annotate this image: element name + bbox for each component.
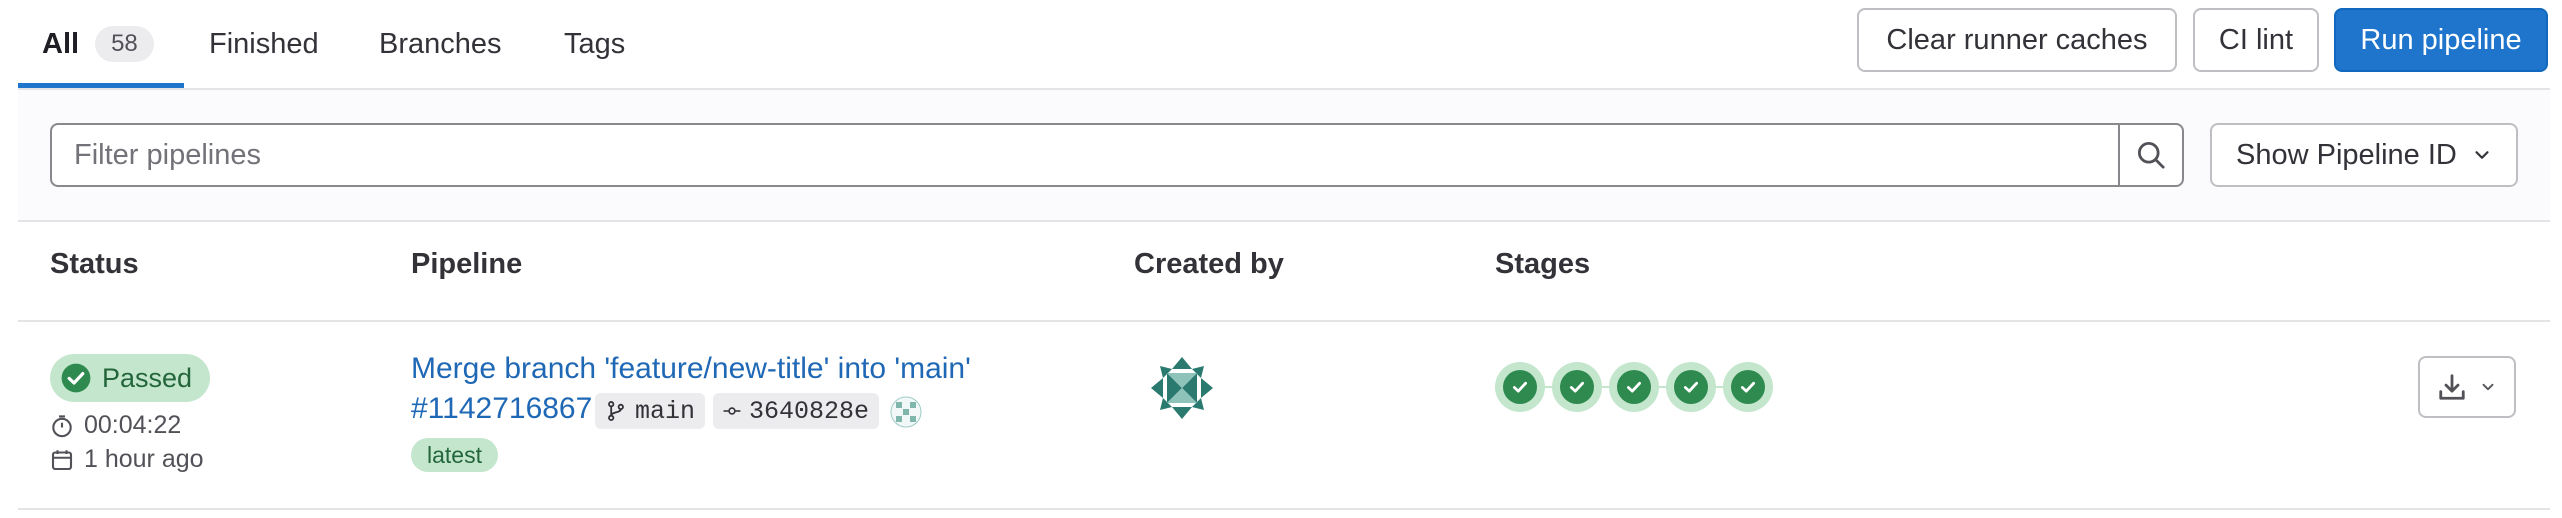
clear-runner-caches-button[interactable]: Clear runner caches (1857, 8, 2177, 72)
run-pipeline-button[interactable]: Run pipeline (2334, 8, 2548, 72)
column-header-status: Status (50, 248, 139, 280)
status-badge[interactable]: Passed (50, 354, 211, 402)
ci-lint-button[interactable]: CI lint (2193, 8, 2319, 72)
chevron-down-icon (2475, 151, 2489, 159)
check-icon (1503, 370, 1537, 404)
check-icon (1560, 370, 1594, 404)
stage-connector (1716, 386, 1723, 388)
commit-author-avatar-icon[interactable] (890, 396, 922, 428)
latest-badge: latest (411, 438, 498, 472)
chevron-down-icon (2482, 383, 2494, 391)
stage-connector (1545, 386, 1552, 388)
tab-all-count-badge: 58 (95, 26, 154, 62)
download-icon (2439, 374, 2465, 400)
clear-runner-caches-label: Clear runner caches (1886, 23, 2148, 56)
search-button[interactable] (2118, 123, 2184, 187)
calendar-icon (51, 449, 73, 470)
stage-status-passed[interactable] (1723, 362, 1773, 412)
ci-lint-label: CI lint (2218, 23, 2294, 56)
branch-icon (608, 401, 624, 421)
duration: 00:04:22 (50, 411, 181, 440)
commit-title-link[interactable]: Merge branch 'feature/new-title' into 'm… (411, 352, 971, 386)
column-header-stages: Stages (1495, 248, 1591, 280)
tab-tags-label: Tags (564, 27, 626, 60)
stage-connector (1602, 386, 1609, 388)
duration-value: 00:04:22 (84, 411, 182, 439)
ref-name: main (634, 396, 695, 426)
commit-icon (723, 407, 741, 415)
ref-chip[interactable]: main (595, 393, 705, 429)
download-artifacts-dropdown[interactable] (2418, 356, 2516, 418)
stage-status-passed[interactable] (1609, 362, 1659, 412)
tab-finished-label: Finished (209, 27, 319, 60)
show-pipeline-id-label: Show Pipeline ID (2236, 138, 2457, 171)
stage-status-passed[interactable] (1666, 362, 1716, 412)
search-icon (2137, 141, 2165, 169)
tab-tags[interactable]: Tags (564, 0, 625, 88)
row-divider (18, 508, 2550, 510)
check-icon (1731, 370, 1765, 404)
tab-branches-label: Branches (379, 27, 502, 60)
tab-finished[interactable]: Finished (209, 0, 319, 88)
tab-all-label: All (42, 27, 80, 60)
timer-icon (52, 414, 72, 437)
pipeline-id-link[interactable]: #1142716867 (411, 392, 592, 426)
check-icon (1674, 370, 1708, 404)
run-pipeline-label: Run pipeline (2360, 23, 2522, 56)
finished-time: 1 hour ago (50, 445, 204, 474)
column-header-pipeline: Pipeline (411, 248, 523, 280)
status-label: Passed (102, 362, 193, 393)
tab-all[interactable]: All 58 (42, 0, 154, 88)
header-divider (18, 320, 2550, 322)
check-circle-icon (61, 363, 91, 393)
show-pipeline-id-dropdown[interactable]: Show Pipeline ID (2210, 123, 2518, 187)
stage-status-passed[interactable] (1495, 362, 1545, 412)
commit-sha-chip[interactable]: 3640828e (713, 393, 879, 429)
stage-status-passed[interactable] (1552, 362, 1602, 412)
tab-branches[interactable]: Branches (379, 0, 502, 88)
finished-time-value: 1 hour ago (84, 445, 204, 473)
identicon-avatar[interactable] (1149, 355, 1215, 421)
commit-sha: 3640828e (748, 396, 869, 426)
column-header-created-by: Created by (1134, 248, 1284, 280)
filter-pipelines-input[interactable] (50, 123, 2118, 187)
stage-connector (1659, 386, 1666, 388)
check-icon (1617, 370, 1651, 404)
